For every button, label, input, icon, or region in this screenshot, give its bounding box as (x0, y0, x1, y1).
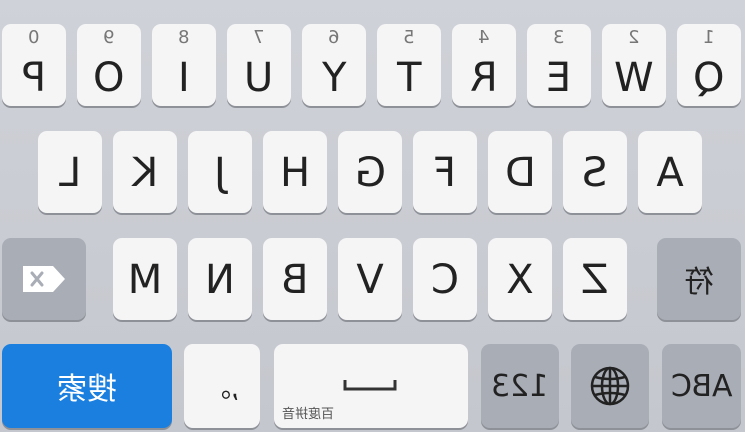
key-k[interactable]: K (113, 131, 177, 213)
key-p[interactable]: 0 P (2, 24, 66, 106)
key-letter: C (431, 257, 459, 303)
key-letter: Y (321, 55, 347, 101)
key-j[interactable]: J (188, 131, 252, 213)
key-letter: V (356, 257, 384, 303)
key-u[interactable]: 7 U (227, 24, 291, 106)
key-number: 0 (28, 27, 40, 48)
key-number: 7 (253, 27, 265, 48)
globe-icon (571, 344, 649, 428)
punctuation-label: ,。 (204, 373, 240, 404)
key-letter: W (614, 55, 654, 101)
key-letter: T (396, 55, 422, 101)
key-letter: Q (693, 55, 725, 101)
key-letter: J (214, 150, 226, 196)
key-number: 2 (628, 27, 640, 48)
key-letter: D (504, 150, 536, 196)
symbol-key-label: 符 (684, 265, 714, 300)
symbol-key[interactable]: 符 (657, 238, 741, 320)
key-h[interactable]: H (263, 131, 327, 213)
abc-key[interactable]: ABC (662, 344, 741, 428)
key-number: 6 (328, 27, 340, 48)
globe-key[interactable] (571, 344, 649, 428)
numbers-key[interactable]: 123 (481, 344, 559, 428)
key-letter: U (244, 55, 274, 101)
key-number: 4 (478, 27, 490, 48)
key-r[interactable]: 4 R (452, 24, 516, 106)
key-b[interactable]: B (263, 238, 327, 320)
key-q[interactable]: 1 Q (677, 24, 741, 106)
key-letter: G (354, 150, 386, 196)
key-x[interactable]: X (488, 238, 552, 320)
key-letter: I (178, 55, 190, 101)
backspace-icon (2, 238, 86, 320)
key-letter: Z (581, 257, 609, 303)
key-t[interactable]: 5 T (377, 24, 441, 106)
numbers-key-label: 123 (491, 368, 549, 404)
key-letter: A (656, 150, 684, 196)
search-button-label: 搜索 (57, 372, 117, 407)
key-g[interactable]: G (338, 131, 402, 213)
key-o[interactable]: 9 O (77, 24, 141, 106)
key-letter: K (131, 150, 159, 196)
backspace-key[interactable] (2, 238, 86, 320)
key-letter: B (281, 257, 309, 303)
keyboard: 0 P 9 O 8 I 7 U 6 Y 5 T 4 R 3 E 2 W 1 Q … (0, 0, 745, 432)
key-e[interactable]: 3 E (527, 24, 591, 106)
key-i[interactable]: 8 I (152, 24, 216, 106)
abc-key-label: ABC (670, 368, 733, 404)
key-f[interactable]: F (413, 131, 477, 213)
space-bar-icon (343, 380, 397, 391)
key-number: 9 (103, 27, 115, 48)
key-d[interactable]: D (488, 131, 552, 213)
key-z[interactable]: Z (563, 238, 627, 320)
key-number: 1 (703, 27, 715, 48)
key-letter: S (582, 150, 608, 196)
key-a[interactable]: A (638, 131, 702, 213)
space-key-label: 百度拼音 (282, 407, 335, 422)
key-y[interactable]: 6 Y (302, 24, 366, 106)
punctuation-key[interactable]: ,。 (184, 344, 260, 428)
key-number: 8 (178, 27, 190, 48)
key-n[interactable]: N (188, 238, 252, 320)
search-button[interactable]: 搜索 (2, 344, 172, 428)
key-letter: X (506, 257, 534, 303)
key-letter: E (546, 55, 572, 101)
key-w[interactable]: 2 W (602, 24, 666, 106)
key-letter: M (127, 257, 163, 303)
key-letter: O (93, 55, 125, 101)
key-c[interactable]: C (413, 238, 477, 320)
key-m[interactable]: M (113, 238, 177, 320)
space-key[interactable]: 百度拼音 (274, 344, 468, 428)
key-letter: P (21, 55, 47, 101)
key-number: 5 (403, 27, 415, 48)
key-letter: H (279, 150, 311, 196)
key-letter: N (205, 257, 235, 303)
key-v[interactable]: V (338, 238, 402, 320)
key-letter: R (470, 55, 498, 101)
key-number: 3 (553, 27, 565, 48)
key-letter: L (58, 150, 82, 196)
key-l[interactable]: L (38, 131, 102, 213)
key-letter: F (433, 150, 457, 196)
key-s[interactable]: S (563, 131, 627, 213)
